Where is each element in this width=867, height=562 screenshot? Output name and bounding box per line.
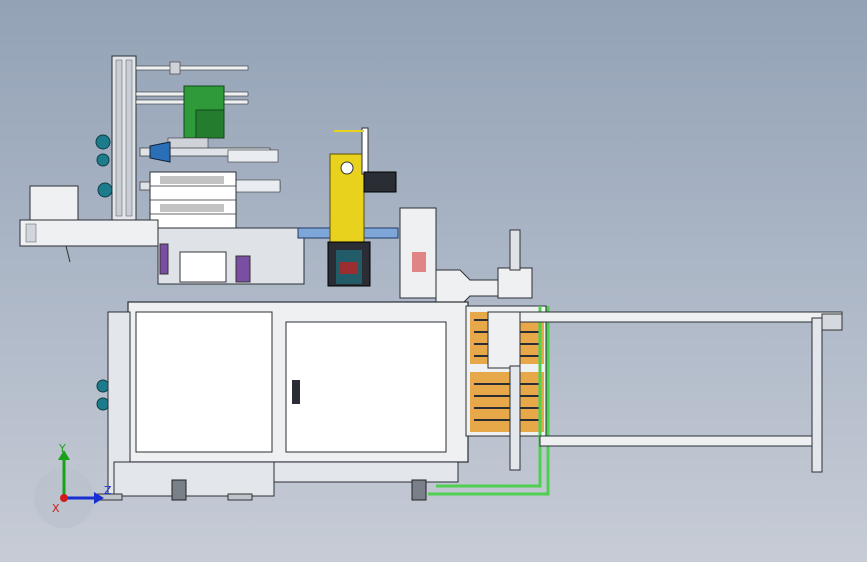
yellow-press	[327, 127, 397, 287]
left-feed-arm	[19, 185, 159, 263]
y-axis-label: Y	[58, 442, 66, 455]
stock-bay	[465, 305, 547, 437]
axis-triad: Y Z X	[34, 442, 112, 528]
roller-drum	[149, 171, 237, 229]
main-cabinet	[107, 301, 469, 497]
right-duct	[399, 207, 533, 307]
outfeed-rail	[509, 311, 843, 473]
z-axis-label: Z	[104, 484, 112, 497]
x-axis-marker	[60, 494, 68, 502]
x-axis-label: X	[52, 502, 60, 515]
cad-viewport[interactable]: Y Z X	[0, 0, 867, 562]
